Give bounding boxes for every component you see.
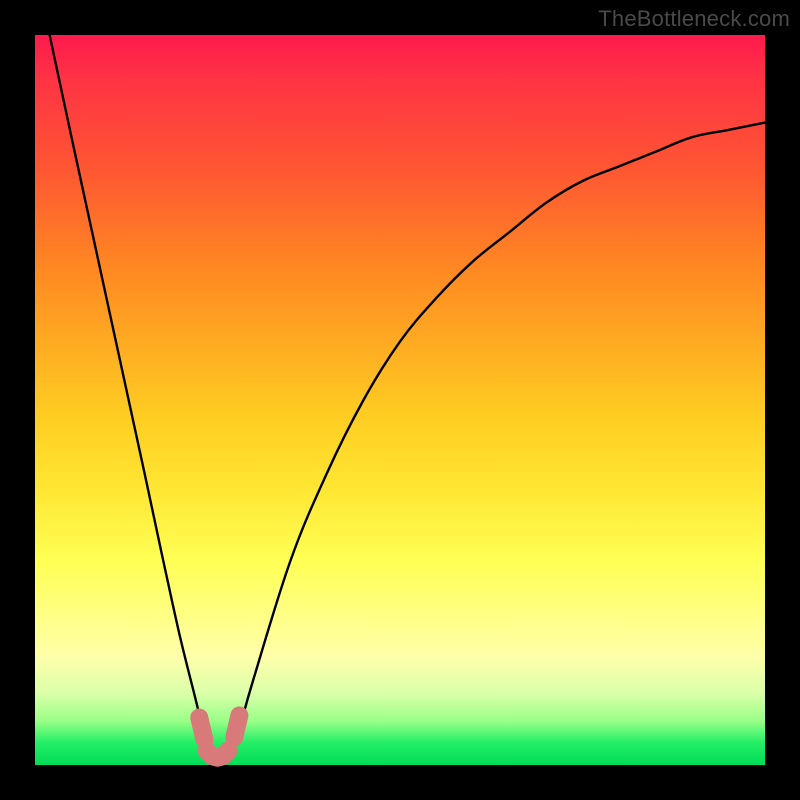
- highlight-segment: [199, 718, 204, 740]
- chart-plot-area: [35, 35, 765, 765]
- highlight-segment: [234, 715, 239, 737]
- watermark-text: TheBottleneck.com: [598, 6, 790, 32]
- highlight-segment: [207, 750, 229, 757]
- bottleneck-curve: [50, 35, 765, 759]
- highlight-markers: [199, 715, 239, 757]
- chart-svg: [35, 35, 765, 765]
